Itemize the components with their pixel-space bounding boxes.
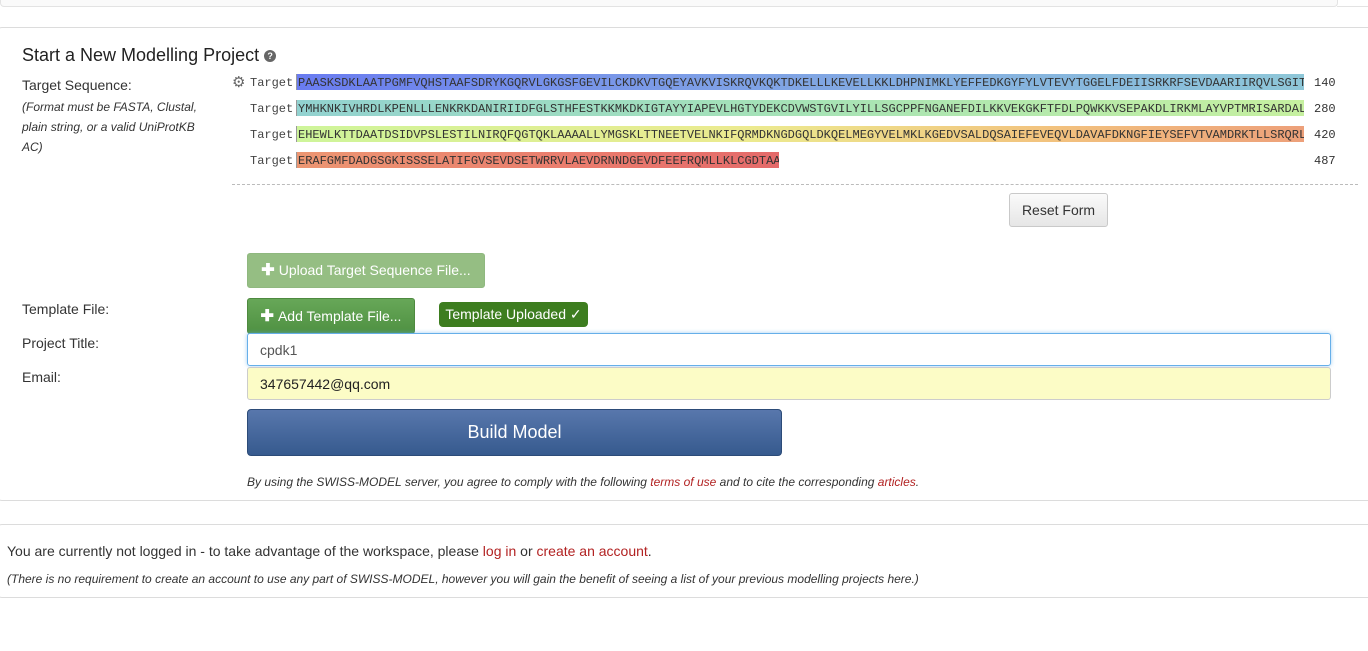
upload-target-sequence-button[interactable]: ✚ Upload Target Sequence File... — [247, 253, 485, 288]
login-info-panel — [0, 524, 1368, 598]
create-account-link[interactable]: create an account — [537, 543, 648, 559]
terms-prefix: By using the SWISS-MODEL server, you agr… — [247, 475, 651, 489]
upload-target-sequence-label: Upload Target Sequence File... — [278, 262, 471, 278]
template-file-label: Template File: — [22, 301, 110, 317]
sequence-row-label: Target — [250, 154, 294, 168]
sequence-end-number: 280 — [1314, 102, 1336, 116]
page-title: Start a New Modelling Project? — [22, 45, 277, 66]
sequence-end-number: 140 — [1314, 76, 1336, 90]
email-input[interactable]: 347657442@qq.com — [247, 367, 1331, 400]
terms-suffix: . — [915, 475, 920, 489]
template-uploaded-badge: Template Uploaded ✓ — [439, 302, 588, 327]
target-sequence-hint: (Format must be FASTA, Clustal, plain st… — [22, 100, 197, 154]
account-note: (There is no requirement to create an ac… — [7, 572, 919, 586]
plus-icon: ✚ — [260, 308, 274, 325]
sequence-end-number: 487 — [1314, 154, 1336, 168]
sequence-text: PAASKSDKLAATPGMFVQHSTAAFSDRYKGQRVLGKGSFG… — [296, 74, 1304, 90]
sequence-text: YMHKNKIVHRDLKPENLLLENKRKDANIRIIDFGLSTHFE… — [296, 100, 1304, 116]
login-prefix: You are currently not logged in - to tak… — [7, 543, 483, 559]
terms-middle: and to cite the corresponding — [716, 475, 878, 489]
email-label: Email: — [22, 369, 61, 385]
plus-icon: ✚ — [261, 262, 275, 279]
page-title-text: Start a New Modelling Project — [22, 45, 260, 65]
articles-link[interactable]: articles — [878, 475, 916, 489]
add-template-file-label: Add Template File... — [277, 308, 402, 324]
sequence-text: EHEWLKTTDAATDSIDVPSLESTILNIRQFQGTQKLAAAA… — [296, 126, 1304, 142]
reset-form-button[interactable]: Reset Form — [1009, 193, 1108, 227]
build-model-button[interactable]: Build Model — [247, 409, 782, 456]
sequence-end-number: 420 — [1314, 128, 1336, 142]
terms-of-use-link[interactable]: terms of use — [650, 475, 716, 489]
login-middle: or — [516, 543, 537, 559]
target-sequence-label: Target Sequence: — [22, 77, 132, 93]
login-notice: You are currently not logged in - to tak… — [7, 543, 652, 559]
sequence-row-label: Target — [250, 102, 294, 116]
sequence-row-label: Target — [250, 76, 294, 90]
gear-icon[interactable]: ⚙ — [232, 75, 246, 90]
divider — [1337, 0, 1368, 7]
help-icon[interactable]: ? — [264, 50, 277, 63]
sequence-row-label: Target — [250, 128, 294, 142]
previous-panel-edge — [0, 0, 1338, 7]
log-in-link[interactable]: log in — [483, 543, 516, 559]
add-template-file-button[interactable]: ✚ Add Template File... — [247, 298, 415, 334]
login-suffix: . — [647, 543, 652, 559]
divider — [232, 184, 1358, 185]
project-title-label: Project Title: — [22, 335, 100, 351]
project-title-input[interactable]: cpdk1 — [247, 333, 1331, 366]
sequence-text: ERAFGMFDADGSGKISSSELATIFGVSEVDSETWRRVLAE… — [296, 152, 779, 168]
terms-notice: By using the SWISS-MODEL server, you agr… — [247, 475, 919, 489]
